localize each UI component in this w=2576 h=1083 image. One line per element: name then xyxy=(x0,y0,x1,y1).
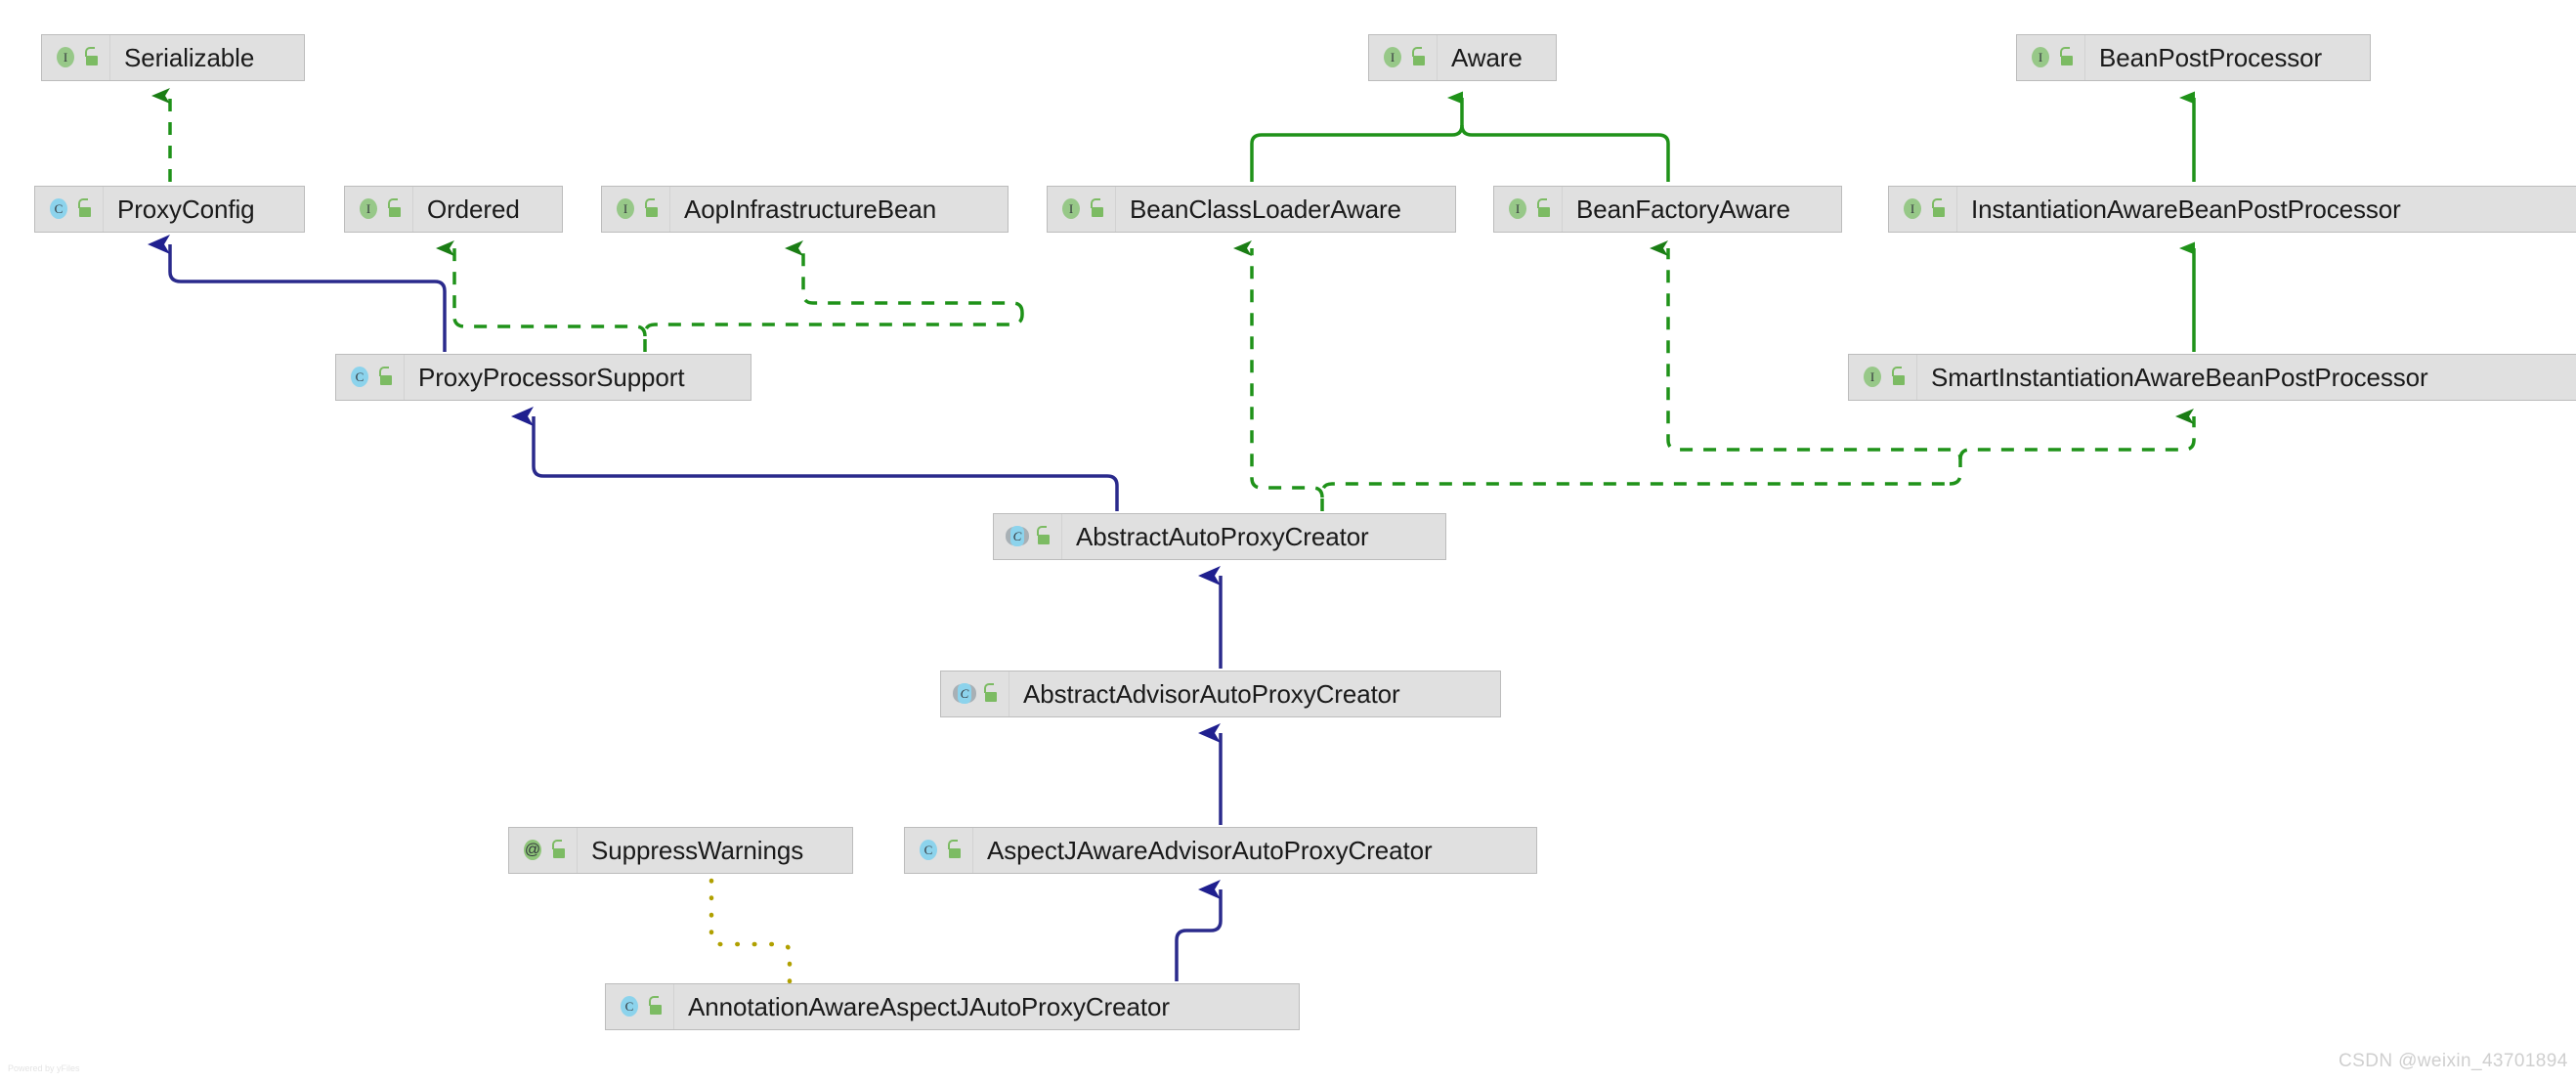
node-icon-group: C xyxy=(905,828,973,873)
node-label: Aware xyxy=(1451,43,1523,72)
node-annotationawareaspectjautoproxycreator[interactable]: C AnnotationAwareAspectJAutoProxyCreator xyxy=(605,983,1300,1030)
node-proxyconfig[interactable]: C ProxyConfig xyxy=(34,186,305,233)
node-abstractautoproxycreator[interactable]: C AbstractAutoProxyCreator xyxy=(993,513,1446,560)
public-unlocked-icon xyxy=(387,198,404,219)
node-aspectjawareadvisorautoproxycreator[interactable]: C AspectJAwareAdvisorAutoProxyCreator xyxy=(904,827,1537,874)
node-beanfactoryaware[interactable]: I BeanFactoryAware xyxy=(1493,186,1842,233)
node-abstractadvisorautoproxycreator[interactable]: C AbstractAdvisorAutoProxyCreator xyxy=(940,671,1501,717)
node-label: AspectJAwareAdvisorAutoProxyCreator xyxy=(987,836,1433,865)
edge-proxyprocsupport-extends-proxyconfig xyxy=(148,235,447,352)
node-label: Serializable xyxy=(124,43,255,72)
node-icon-group: C xyxy=(35,187,104,232)
interface-icon: I xyxy=(2029,46,2052,69)
node-serializable[interactable]: I Serializable xyxy=(41,34,305,81)
class-icon: C xyxy=(917,839,940,862)
node-label: BeanPostProcessor xyxy=(2099,43,2323,72)
node-icon-group: I xyxy=(1369,35,1438,80)
node-label: ProxyProcessorSupport xyxy=(418,363,685,392)
interface-icon: I xyxy=(1381,46,1404,69)
uml-class-diagram-canvas[interactable]: I Serializable I Aware I BeanPostProcess… xyxy=(0,0,2576,1083)
interface-icon: I xyxy=(1059,197,1083,221)
public-unlocked-icon xyxy=(84,47,101,67)
public-unlocked-icon xyxy=(1536,198,1553,219)
node-label: AnnotationAwareAspectJAutoProxyCreator xyxy=(688,992,1170,1021)
node-label: AopInfrastructureBean xyxy=(684,195,937,224)
class-icon: C xyxy=(348,366,371,389)
node-beanpostprocessor[interactable]: I BeanPostProcessor xyxy=(2016,34,2371,81)
public-unlocked-icon xyxy=(1036,526,1052,546)
annotation-icon: @ xyxy=(521,839,544,862)
public-unlocked-icon xyxy=(644,198,661,219)
node-icon-group: I xyxy=(602,187,670,232)
node-label: Ordered xyxy=(427,195,520,224)
abstract-class-icon: C xyxy=(1006,525,1029,548)
node-smartinstantiationawarebeanpostprocessor[interactable]: I SmartInstantiationAwareBeanPostProcess… xyxy=(1848,354,2576,401)
node-icon-group: I xyxy=(1849,355,1917,400)
node-proxyprocessorsupport[interactable]: C ProxyProcessorSupport xyxy=(335,354,751,401)
node-icon-group: I xyxy=(345,187,413,232)
node-icon-group: I xyxy=(1889,187,1957,232)
public-unlocked-icon xyxy=(1931,198,1948,219)
edge-abstractautoproxy-extends-proxyprocsupport xyxy=(511,407,1119,511)
public-unlocked-icon xyxy=(551,840,568,860)
class-icon: C xyxy=(618,995,641,1018)
edge-abstractautoproxy-implements-smartinstantiation xyxy=(1958,409,2196,460)
node-icon-group: @ xyxy=(509,828,578,873)
edge-annotationaware-annotated-suppresswarnings xyxy=(708,875,793,984)
public-unlocked-icon xyxy=(1411,47,1428,67)
node-label: BeanClassLoaderAware xyxy=(1130,195,1401,224)
interface-icon: I xyxy=(614,197,637,221)
node-icon-group: I xyxy=(42,35,110,80)
edge-proxyprocsupport-implements-ordered xyxy=(436,240,1024,352)
interface-icon: I xyxy=(1861,366,1884,389)
node-label: SuppressWarnings xyxy=(591,836,804,865)
node-icon-group: I xyxy=(1048,187,1116,232)
csdn-watermark: CSDN @weixin_43701894 xyxy=(2339,1051,2568,1071)
node-label: AbstractAdvisorAutoProxyCreator xyxy=(1023,679,1400,709)
public-unlocked-icon xyxy=(983,683,1000,704)
node-icon-group: I xyxy=(1494,187,1563,232)
edge-proxyprocsupport-implements-aopinfra xyxy=(785,240,1024,314)
public-unlocked-icon xyxy=(1090,198,1106,219)
node-label: AbstractAutoProxyCreator xyxy=(1076,522,1369,551)
node-icon-group: C xyxy=(941,671,1009,716)
edge-annotationaware-extends-aspectjaware xyxy=(1175,880,1223,981)
node-aopinfrastructurebean[interactable]: I AopInfrastructureBean xyxy=(601,186,1009,233)
node-label: InstantiationAwareBeanPostProcessor xyxy=(1971,195,2401,224)
interface-icon: I xyxy=(1506,197,1529,221)
node-instantiationawarebeanpostprocessor[interactable]: I InstantiationAwareBeanPostProcessor xyxy=(1888,186,2576,233)
node-icon-group: C xyxy=(606,984,674,1029)
public-unlocked-icon xyxy=(648,996,665,1017)
node-label: BeanFactoryAware xyxy=(1576,195,1791,224)
yfiles-watermark: Powered by yFiles xyxy=(8,1063,80,1073)
public-unlocked-icon xyxy=(2059,47,2076,67)
node-icon-group: I xyxy=(2017,35,2085,80)
interface-icon: I xyxy=(1901,197,1924,221)
public-unlocked-icon xyxy=(947,840,964,860)
node-beanclassloaderaware[interactable]: I BeanClassLoaderAware xyxy=(1047,186,1456,233)
edge-aware-subtree xyxy=(1250,91,1670,182)
node-icon-group: C xyxy=(994,514,1062,559)
public-unlocked-icon xyxy=(378,367,395,387)
interface-icon: I xyxy=(357,197,380,221)
edge-abstractautoproxy-implements-beanclassloader xyxy=(1233,240,1950,511)
interface-icon: I xyxy=(54,46,77,69)
public-unlocked-icon xyxy=(1891,367,1908,387)
node-ordered[interactable]: I Ordered xyxy=(344,186,563,233)
node-icon-group: C xyxy=(336,355,405,400)
node-suppresswarnings[interactable]: @ SuppressWarnings xyxy=(508,827,853,874)
abstract-class-icon: C xyxy=(953,682,976,706)
node-label: ProxyConfig xyxy=(117,195,255,224)
node-aware[interactable]: I Aware xyxy=(1368,34,1557,81)
class-icon: C xyxy=(47,197,70,221)
public-unlocked-icon xyxy=(77,198,94,219)
node-label: SmartInstantiationAwareBeanPostProcessor xyxy=(1931,363,2428,392)
